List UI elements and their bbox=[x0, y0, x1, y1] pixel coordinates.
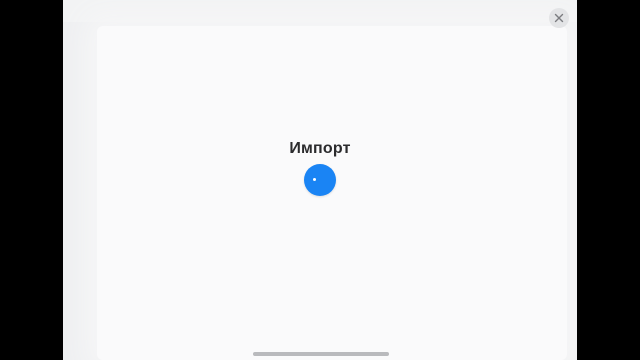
activity-spinner-icon bbox=[304, 164, 336, 196]
import-sheet bbox=[97, 26, 567, 360]
top-band bbox=[63, 0, 577, 22]
spinner-dot bbox=[313, 178, 316, 181]
close-icon bbox=[554, 13, 564, 23]
home-indicator[interactable] bbox=[253, 352, 389, 356]
import-title: Импорт bbox=[289, 140, 351, 157]
letterbox-right bbox=[577, 0, 640, 360]
import-screen: Импорт bbox=[63, 0, 577, 360]
close-button[interactable] bbox=[549, 8, 569, 28]
letterbox-left bbox=[0, 0, 63, 360]
